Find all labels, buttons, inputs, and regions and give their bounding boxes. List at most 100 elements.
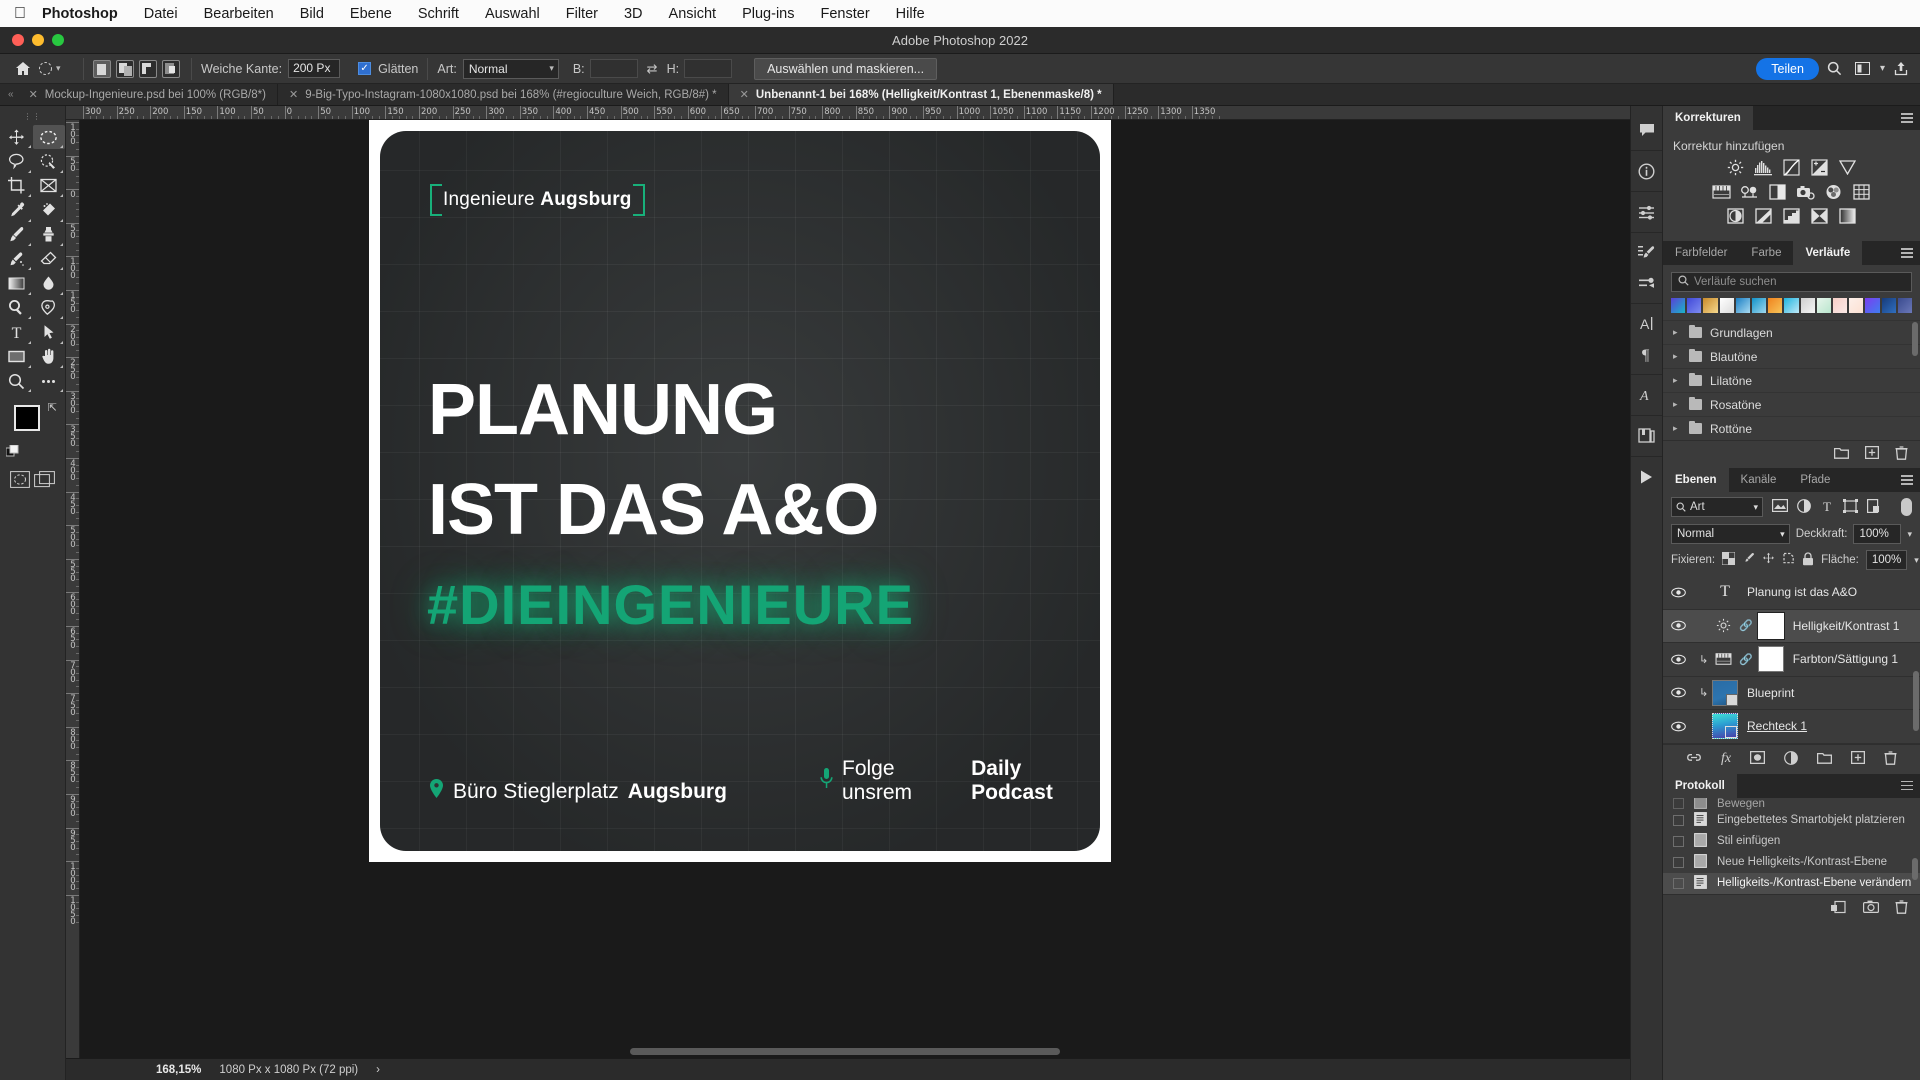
quick-mask-icon[interactable]	[10, 471, 30, 491]
history-row[interactable]: Neue Helligkeits-/Kontrast-Ebene	[1663, 852, 1920, 873]
gradient-swatch[interactable]	[1735, 298, 1751, 313]
color-balance-icon[interactable]	[1740, 183, 1759, 200]
layer-visibility-toggle[interactable]	[1663, 687, 1693, 698]
gradient-tool[interactable]	[0, 271, 33, 295]
panel-menu-icon[interactable]	[1901, 113, 1913, 125]
rectangle-tool[interactable]	[0, 345, 33, 369]
path-selection-tool[interactable]	[33, 320, 66, 344]
color-lookup-icon[interactable]	[1852, 183, 1871, 200]
new-adjustment-layer-icon[interactable]	[1784, 750, 1798, 768]
lock-all-icon[interactable]	[1802, 551, 1814, 569]
gradient-swatch[interactable]	[1849, 298, 1864, 313]
layer-mask-icon[interactable]	[1749, 750, 1766, 768]
lock-image-pixels-icon[interactable]	[1742, 552, 1755, 568]
layer-row[interactable]: Rechteck 1	[1663, 710, 1920, 744]
panel-menu-icon[interactable]	[1901, 780, 1913, 793]
horizontal-scrollbar[interactable]	[380, 1048, 1610, 1055]
close-icon[interactable]: ✕	[740, 88, 749, 101]
gradient-swatch[interactable]	[1703, 298, 1718, 313]
layer-row[interactable]: 🔗 Helligkeit/Kontrast 1	[1663, 609, 1920, 643]
scrollbar-thumb[interactable]	[1912, 322, 1918, 356]
layer-filter-type-select[interactable]: Art ▾	[1671, 497, 1763, 517]
gradient-swatch[interactable]	[1671, 298, 1686, 313]
gradient-swatch[interactable]	[1719, 298, 1734, 313]
gradient-swatch[interactable]	[1768, 298, 1783, 313]
tab-protokoll[interactable]: Protokoll	[1663, 773, 1737, 798]
tab-pfade[interactable]: Pfade	[1788, 468, 1842, 492]
lock-artboard-icon[interactable]	[1782, 552, 1795, 568]
opacity-input[interactable]: 100%	[1853, 524, 1902, 544]
adjustment-layers-icon[interactable]	[1797, 498, 1811, 516]
pen-tool[interactable]	[33, 296, 66, 320]
lock-transparent-pixels-icon[interactable]	[1721, 551, 1736, 568]
comment-icon[interactable]	[1631, 115, 1662, 145]
new-layer-icon[interactable]	[1850, 750, 1866, 768]
history-row[interactable]: Helligkeits-/Kontrast-Ebene verändern	[1663, 872, 1920, 894]
scrollbar-thumb[interactable]	[1912, 857, 1918, 880]
character-icon[interactable]: A	[1631, 309, 1662, 339]
apple-logo-icon[interactable]: 	[14, 5, 26, 22]
gradient-folder-row[interactable]: ▸ Lilatöne	[1663, 368, 1920, 392]
new-gradient-icon[interactable]	[1864, 445, 1880, 463]
posterize-icon[interactable]	[1754, 207, 1773, 224]
filter-toggle[interactable]	[1901, 498, 1912, 516]
chevron-right-icon[interactable]: ▸	[1673, 351, 1681, 362]
close-icon[interactable]: ✕	[29, 88, 38, 101]
select-and-mask-button[interactable]: Auswählen und maskieren...	[754, 57, 938, 80]
lock-position-icon[interactable]	[1762, 552, 1775, 568]
document-tab-bigtypo[interactable]: ✕ 9-Big-Typo-Instagram-1080x1080.psd bei…	[277, 84, 729, 105]
panel-menu-icon[interactable]	[1901, 248, 1913, 260]
frame-tool[interactable]	[33, 174, 66, 198]
lasso-tool[interactable]	[0, 149, 33, 173]
hue-saturation-icon[interactable]	[1712, 183, 1731, 200]
delete-layer-icon[interactable]	[1884, 750, 1897, 768]
history-snapshot-checkbox[interactable]	[1673, 877, 1684, 889]
menu-item-schrift[interactable]: Schrift	[405, 6, 472, 22]
menu-item-plugins[interactable]: Plug-ins	[729, 6, 807, 22]
screen-mode-icon[interactable]	[34, 471, 55, 491]
spot-healing-brush-tool[interactable]	[33, 198, 66, 222]
history-row[interactable]: Eingebettetes Smartobjekt platzieren	[1663, 810, 1920, 831]
maximize-window-button[interactable]	[52, 34, 64, 46]
chevron-right-icon[interactable]: ▸	[1673, 423, 1681, 434]
menu-item-auswahl[interactable]: Auswahl	[472, 6, 553, 22]
history-brush-tool[interactable]	[0, 247, 33, 271]
tab-scroll-arrows[interactable]: «	[4, 84, 18, 105]
gradient-map-icon[interactable]	[1838, 207, 1857, 224]
layer-style-fx-icon[interactable]: fx	[1721, 751, 1731, 768]
invert-icon[interactable]	[1726, 207, 1745, 224]
info-icon[interactable]	[1631, 156, 1662, 186]
scrollbar-thumb[interactable]	[1913, 671, 1919, 731]
layer-mask-thumbnail[interactable]	[1756, 611, 1785, 640]
levels-icon[interactable]	[1754, 159, 1773, 176]
menu-item-datei[interactable]: Datei	[131, 6, 191, 22]
menu-item-hilfe[interactable]: Hilfe	[883, 6, 938, 22]
libraries-icon[interactable]	[1631, 421, 1662, 451]
fill-input[interactable]: 100%	[1865, 550, 1908, 570]
close-window-button[interactable]	[12, 34, 24, 46]
menu-item-photoshop[interactable]: Photoshop	[42, 6, 131, 22]
gradient-swatch[interactable]	[1784, 298, 1799, 313]
foreground-color-swatch[interactable]	[14, 405, 40, 432]
move-tool[interactable]	[0, 125, 33, 149]
eyedropper-tool[interactable]	[0, 198, 33, 222]
minimize-window-button[interactable]	[32, 34, 44, 46]
dodge-tool[interactable]	[0, 296, 33, 320]
color-swatches[interactable]: ⇱	[0, 401, 65, 463]
paragraph-icon[interactable]: ¶	[1631, 339, 1662, 369]
clone-stamp-tool[interactable]	[33, 223, 66, 247]
height-input[interactable]	[684, 59, 733, 78]
quick-selection-tool[interactable]	[33, 149, 66, 173]
delete-icon[interactable]	[1895, 899, 1908, 917]
brush-settings-icon[interactable]	[1631, 238, 1662, 268]
play-icon[interactable]	[1631, 462, 1662, 492]
snapshot-camera-icon[interactable]	[1863, 900, 1880, 917]
swap-colors-icon[interactable]: ⇱	[48, 401, 57, 414]
adjustments-icon[interactable]	[1631, 197, 1662, 227]
gradient-swatch[interactable]	[1833, 298, 1848, 313]
panel-menu-icon[interactable]	[1901, 475, 1913, 487]
artboard-viewport[interactable]: Ingenieure Augsburg PLANUNG IST DAS A&O …	[80, 120, 1630, 1058]
new-group-icon[interactable]	[1816, 751, 1833, 768]
menu-item-3d[interactable]: 3D	[611, 6, 656, 22]
feather-input[interactable]: 200 Px	[288, 59, 341, 78]
